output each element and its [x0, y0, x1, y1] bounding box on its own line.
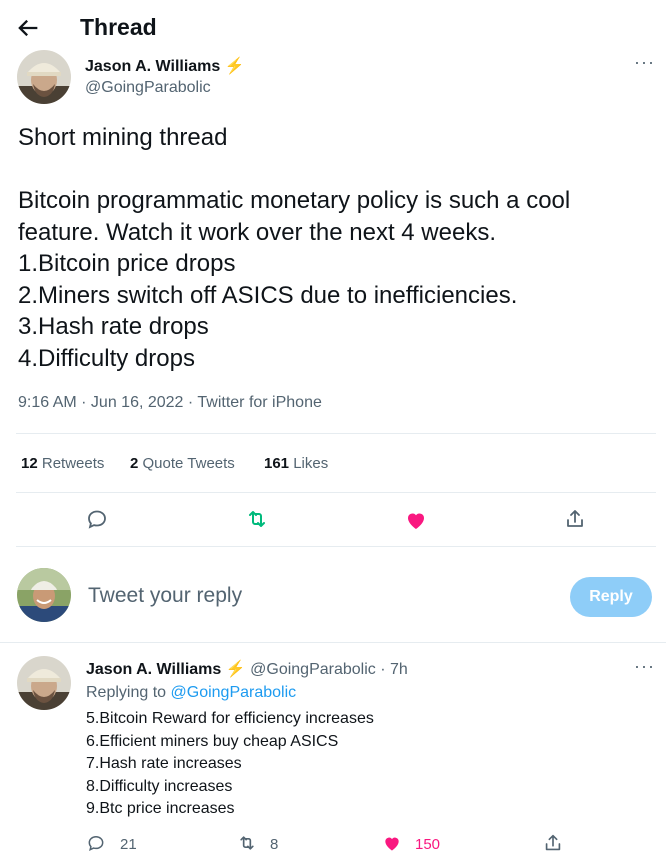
like-count: 150: [415, 836, 441, 853]
reply-count: 21: [120, 836, 137, 853]
reply-time[interactable]: · 7h: [380, 661, 408, 678]
divider: [16, 433, 656, 434]
reply-icon: [88, 835, 104, 852]
tweet-timestamp[interactable]: 9:16 AM · Jun 16, 2022 · Twitter for iPh…: [18, 394, 322, 412]
likes-label: Likes: [293, 455, 329, 472]
like-button[interactable]: [404, 508, 428, 532]
arrow-left-icon: [18, 19, 38, 37]
reply-submit-button[interactable]: Reply: [570, 577, 652, 617]
retweets-label: Retweets: [41, 455, 105, 472]
current-user-avatar[interactable]: [17, 568, 71, 622]
more-options-icon[interactable]: ···: [634, 52, 655, 73]
reply-share-button[interactable]: [542, 832, 564, 854]
divider: [0, 642, 666, 643]
share-icon: [545, 834, 561, 851]
page-title: Thread: [80, 14, 157, 40]
share-icon: [567, 510, 583, 527]
likes-count: 161: [264, 455, 290, 472]
replying-to-prefix: Replying to: [86, 684, 167, 701]
heart-filled-icon: [385, 837, 399, 851]
reply-button[interactable]: [85, 507, 109, 531]
divider: [16, 492, 656, 493]
divider: [16, 546, 656, 547]
avatar-image: [17, 656, 71, 710]
share-button[interactable]: [563, 507, 587, 531]
avatar-image: [17, 568, 71, 622]
back-button[interactable]: [14, 14, 42, 42]
retweet-count: 8: [270, 836, 279, 853]
author-avatar[interactable]: [17, 50, 71, 104]
heart-filled-icon: [408, 513, 424, 529]
reply-author-row[interactable]: Jason A. Williams ⚡ @GoingParabolic · 7h: [86, 659, 408, 679]
author-name-row[interactable]: Jason A. Williams ⚡: [85, 56, 245, 76]
retweet-icon: [249, 511, 265, 527]
retweets-count: 12: [21, 455, 38, 472]
quotes-count: 2: [130, 455, 139, 472]
replying-to-mention[interactable]: @GoingParabolic: [171, 684, 297, 701]
reply-tweet-text: 5.Bitcoin Reward for efficiency increase…: [86, 710, 374, 818]
author-name[interactable]: Jason A. Williams: [85, 58, 220, 75]
quotes-label: Quote Tweets: [142, 455, 235, 472]
author-handle[interactable]: @GoingParabolic: [85, 79, 211, 97]
reply-author-handle[interactable]: @GoingParabolic: [250, 661, 376, 678]
reply-author-name[interactable]: Jason A. Williams: [86, 661, 221, 678]
retweets-stat[interactable]: 12 Retweets: [21, 455, 104, 472]
reply-input[interactable]: Tweet your reply: [88, 584, 242, 608]
avatar-image: [17, 50, 71, 104]
quote-tweets-stat[interactable]: 2 Quote Tweets: [130, 455, 235, 472]
retweet-button[interactable]: [245, 507, 269, 531]
lightning-badge-icon: ⚡: [224, 58, 245, 75]
retweet-icon: [240, 836, 254, 850]
reply-author-avatar[interactable]: [17, 656, 71, 710]
tweet-text: Short mining thread Bitcoin programmatic…: [18, 124, 571, 372]
reply-icon: [88, 510, 106, 529]
reply-more-options-icon[interactable]: ···: [634, 656, 655, 677]
likes-stat[interactable]: 161 Likes: [264, 455, 328, 472]
lightning-badge-icon: ⚡: [225, 661, 246, 678]
replying-to: Replying to @GoingParabolic: [86, 684, 296, 702]
